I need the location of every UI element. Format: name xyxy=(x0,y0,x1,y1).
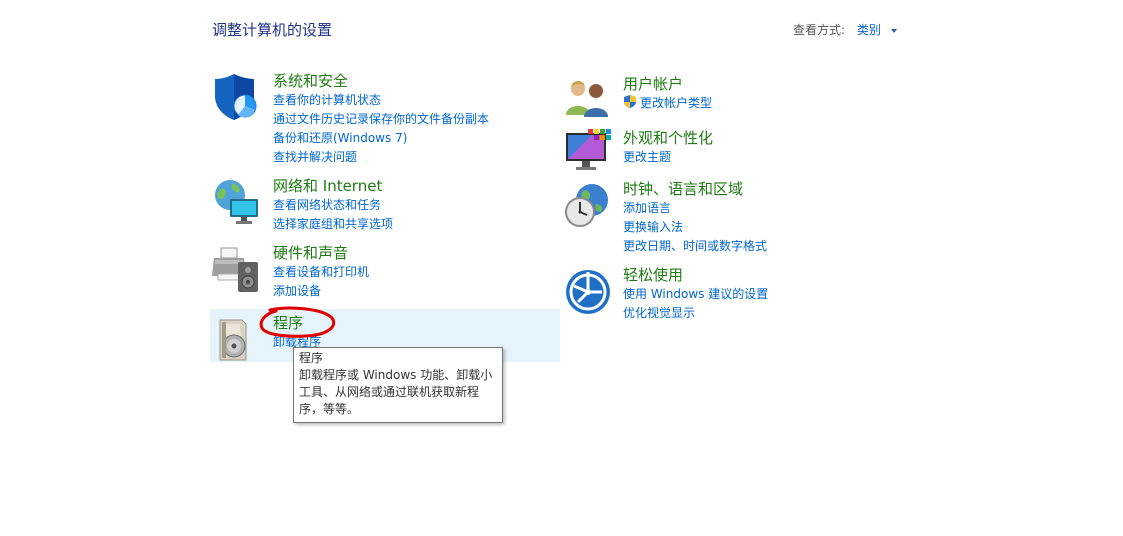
category-title-clock-language[interactable]: 时钟、语言和区域 xyxy=(623,180,767,199)
tooltip-line-2: 工具、从网络或通过联机获取新程 xyxy=(299,385,480,399)
category-text: 网络和 Internet 查看网络状态和任务 选择家庭组和共享选项 xyxy=(273,177,393,234)
link-recommended-settings[interactable]: 使用 Windows 建议的设置 xyxy=(623,285,768,304)
link-change-input-method[interactable]: 更换输入法 xyxy=(623,218,767,237)
category-title-network-internet[interactable]: 网络和 Internet xyxy=(273,177,393,196)
monitor-palette-icon[interactable] xyxy=(562,129,612,179)
control-panel-page: 调整计算机的设置 查看方式: 类别 系统和安全 查看你的计算机状态 通过文件历史… xyxy=(0,0,1123,536)
category-title-system-security[interactable]: 系统和安全 xyxy=(273,72,489,91)
category-text: 轻松使用 使用 Windows 建议的设置 优化视觉显示 xyxy=(623,266,768,323)
printer-speaker-icon[interactable] xyxy=(212,244,262,294)
view-by-dropdown[interactable]: 类别 xyxy=(857,23,881,37)
category-text: 时钟、语言和区域 添加语言 更换输入法 更改日期、时间或数字格式 xyxy=(623,180,767,256)
link-troubleshoot[interactable]: 查找并解决问题 xyxy=(273,148,489,167)
category-title-ease-of-access[interactable]: 轻松使用 xyxy=(623,266,768,285)
link-add-language[interactable]: 添加语言 xyxy=(623,199,767,218)
uac-shield-icon xyxy=(624,95,636,108)
link-change-theme[interactable]: 更改主题 xyxy=(623,148,713,167)
link-view-computer-status[interactable]: 查看你的计算机状态 xyxy=(273,91,489,110)
view-by: 查看方式: 类别 xyxy=(793,21,897,38)
programs-tooltip: 程序 卸载程序或 Windows 功能、卸载小 工具、从网络或通过联机获取新程 … xyxy=(293,347,503,423)
category-text: 硬件和声音 查看设备和打印机 添加设备 xyxy=(273,244,369,301)
ease-of-access-icon[interactable] xyxy=(562,266,612,316)
link-devices-printers[interactable]: 查看设备和打印机 xyxy=(273,263,369,282)
tooltip-title: 程序 xyxy=(299,351,324,365)
network-globe-icon[interactable] xyxy=(212,177,262,227)
chevron-down-icon[interactable] xyxy=(890,28,897,33)
link-homegroup-sharing[interactable]: 选择家庭组和共享选项 xyxy=(273,215,393,234)
page-title: 调整计算机的设置 xyxy=(212,21,333,39)
link-optimize-visual-display[interactable]: 优化视觉显示 xyxy=(623,304,768,323)
link-change-account-type[interactable]: 更改帐户类型 xyxy=(623,94,712,113)
link-network-status[interactable]: 查看网络状态和任务 xyxy=(273,196,393,215)
category-title-user-accounts[interactable]: 用户帐户 xyxy=(623,75,712,94)
link-backup-restore[interactable]: 备份和还原(Windows 7) xyxy=(273,129,489,148)
clock-globe-icon[interactable] xyxy=(562,180,612,230)
programs-disc-icon[interactable] xyxy=(212,316,262,366)
category-title-hardware-sound[interactable]: 硬件和声音 xyxy=(273,244,369,263)
category-text: 用户帐户 更改帐户类型 xyxy=(623,75,712,113)
tooltip-line-3: 序，等等。 xyxy=(299,402,360,416)
users-icon[interactable] xyxy=(562,75,612,125)
link-change-account-type-label: 更改帐户类型 xyxy=(640,96,713,110)
category-text: 系统和安全 查看你的计算机状态 通过文件历史记录保存你的文件备份副本 备份和还原… xyxy=(273,72,489,167)
red-annotation-circle xyxy=(259,306,336,338)
shield-icon[interactable] xyxy=(212,72,262,122)
link-file-history[interactable]: 通过文件历史记录保存你的文件备份副本 xyxy=(273,110,489,129)
category-title-appearance[interactable]: 外观和个性化 xyxy=(623,129,713,148)
link-change-date-time-format[interactable]: 更改日期、时间或数字格式 xyxy=(623,237,767,256)
tooltip-line-1: 卸载程序或 Windows 功能、卸载小 xyxy=(299,368,493,382)
view-by-label: 查看方式: xyxy=(793,23,846,37)
link-add-device[interactable]: 添加设备 xyxy=(273,282,369,301)
category-text: 外观和个性化 更改主题 xyxy=(623,129,713,167)
